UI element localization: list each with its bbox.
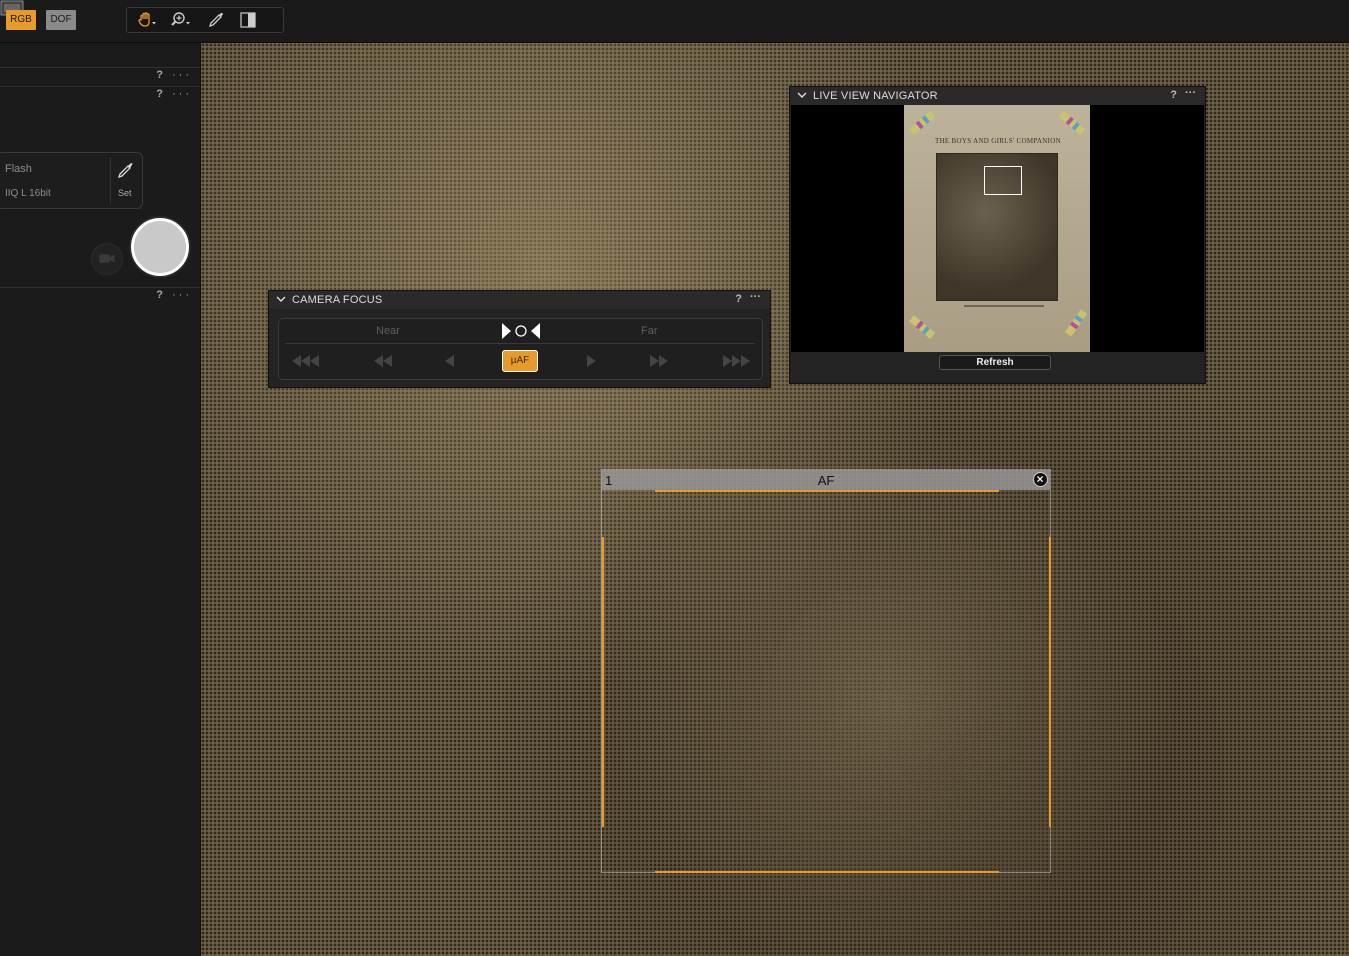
navigator-title: LIVE VIEW NAVIGATOR <box>813 90 938 102</box>
picker-icon[interactable] <box>206 11 228 29</box>
af-bracket-right <box>1049 537 1051 827</box>
af-bracket-left <box>602 537 604 827</box>
focus-near-medium-icon[interactable] <box>373 353 393 369</box>
more-icon[interactable]: ··· <box>172 88 192 100</box>
white-balance-box: Flash IIQ L 16bit Set <box>0 152 143 209</box>
near-label: Near <box>376 325 400 337</box>
thumbnail-caption <box>964 305 1044 307</box>
file-format-label: IIQ L 16bit <box>5 188 51 199</box>
tape-decoration <box>1058 110 1086 136</box>
capture-button[interactable] <box>131 218 189 276</box>
help-icon[interactable]: ? <box>156 69 166 81</box>
camera-focus-panel: CAMERA FOCUS ? ··· Near Far µAF <box>268 290 771 388</box>
micro-af-button[interactable]: µAF <box>502 350 538 372</box>
more-icon[interactable]: ··· <box>1185 87 1196 99</box>
zoom-icon[interactable] <box>171 11 193 29</box>
focus-far-large-icon[interactable] <box>721 353 751 369</box>
top-toolbar: RGB DOF <box>0 0 1349 43</box>
focus-position-icon <box>502 323 540 339</box>
navigator-header[interactable]: LIVE VIEW NAVIGATOR ? ··· <box>790 87 1205 105</box>
af-bracket-bottom <box>655 871 999 873</box>
set-button[interactable]: Set <box>118 188 132 198</box>
video-camera-icon <box>99 254 115 263</box>
af-frame-header[interactable]: AF 1 <box>602 470 1050 490</box>
af-frame-label: AF <box>817 473 835 488</box>
panel-controls: ? ··· <box>156 289 192 301</box>
white-balance-label: Flash <box>5 163 32 175</box>
af-frame[interactable]: AF 1 <box>601 469 1051 873</box>
rgb-button[interactable]: RGB <box>6 10 36 30</box>
camera-focus-title: CAMERA FOCUS <box>292 294 383 306</box>
navigator-viewport-rect[interactable] <box>984 166 1022 195</box>
chevron-down-icon[interactable] <box>797 90 807 100</box>
compare-icon[interactable] <box>238 11 260 29</box>
more-icon[interactable]: ··· <box>172 289 192 301</box>
refresh-button[interactable]: Refresh <box>939 355 1051 370</box>
cursor-tool-group <box>126 7 284 33</box>
focus-controls: Near Far µAF <box>278 318 763 380</box>
help-icon[interactable]: ? <box>735 293 742 305</box>
navigator-preview[interactable]: THE BOYS AND GIRLS' COMPANION <box>791 105 1204 352</box>
video-button[interactable] <box>91 243 123 275</box>
thumbnail-document-title: THE BOYS AND GIRLS' COMPANION <box>935 137 1061 145</box>
navigator-thumbnail: THE BOYS AND GIRLS' COMPANION <box>904 105 1090 352</box>
live-view-navigator-panel: LIVE VIEW NAVIGATOR ? ··· THE BOYS AND G… <box>789 86 1206 384</box>
focus-separator <box>285 343 755 344</box>
af-frame-index: 1 <box>605 473 613 488</box>
focus-far-medium-icon[interactable] <box>649 353 669 369</box>
focus-far-small-icon[interactable] <box>585 353 597 369</box>
left-sidebar: ? ··· ? ··· Flash IIQ L 16bit Set ? ··· <box>0 43 201 956</box>
tape-decoration <box>908 314 936 340</box>
tape-decoration <box>1064 309 1088 337</box>
flash-divider <box>110 157 111 204</box>
far-label: Far <box>641 325 658 337</box>
help-icon[interactable]: ? <box>156 88 166 100</box>
close-x-icon <box>1037 476 1044 483</box>
tape-decoration <box>908 110 936 136</box>
chevron-down-icon[interactable] <box>276 294 286 304</box>
panel-controls: ? ··· <box>156 69 192 81</box>
more-icon[interactable]: ··· <box>750 291 761 303</box>
sidebar-divider <box>0 67 200 68</box>
sidebar-divider <box>0 86 200 87</box>
panel-controls: ? ··· <box>156 88 192 100</box>
close-icon[interactable] <box>1033 472 1048 487</box>
eyedropper-icon[interactable] <box>117 161 135 179</box>
dof-button[interactable]: DOF <box>46 10 76 30</box>
focus-near-small-icon[interactable] <box>444 353 456 369</box>
help-icon[interactable]: ? <box>156 289 166 301</box>
camera-focus-header[interactable]: CAMERA FOCUS ? ··· <box>269 291 770 309</box>
focus-near-large-icon[interactable] <box>291 353 321 369</box>
more-icon[interactable]: ··· <box>172 69 192 81</box>
hand-icon[interactable] <box>136 11 158 29</box>
af-bracket-top <box>655 490 999 492</box>
help-icon[interactable]: ? <box>1170 89 1177 101</box>
sidebar-divider <box>0 287 200 288</box>
